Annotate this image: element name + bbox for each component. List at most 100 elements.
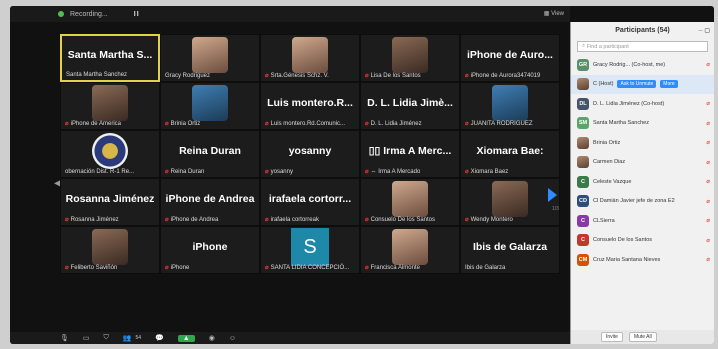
participant-display-name: Reina Duran bbox=[179, 145, 241, 157]
tile-name-label: irafaela cortorreak bbox=[270, 216, 319, 223]
participant-display-name: Rosanna Jiménez bbox=[65, 193, 155, 205]
participant-display-name: irafaela cortorr... bbox=[268, 193, 352, 205]
participant-avatar: DL bbox=[577, 97, 589, 110]
video-tile[interactable]: ⌀ JUANITA RODRIGUEZ bbox=[460, 82, 560, 130]
video-tile[interactable]: ⌀ Lisa De los Santos bbox=[360, 34, 460, 82]
video-tile[interactable]: Santa Martha S... Santa Martha Sanchez bbox=[60, 34, 160, 82]
participant-row[interactable]: Carmen Diaz ⌀ bbox=[571, 153, 714, 173]
panel-footer: Invite Mute All bbox=[571, 330, 714, 344]
invite-button[interactable]: Invite bbox=[601, 332, 623, 342]
tile-name-label: Gracy Rodriguez bbox=[165, 73, 211, 79]
mute-all-button[interactable]: Mute All bbox=[628, 332, 657, 342]
participant-avatar bbox=[577, 78, 589, 91]
tile-caption: obernación Dist. R-1 Re... bbox=[65, 169, 134, 175]
participant-video bbox=[392, 229, 428, 265]
participant-display-name: Ibis de Galarza bbox=[472, 241, 548, 253]
video-tile[interactable]: ⌀ Consuelo De los Santos bbox=[360, 178, 460, 226]
participant-video bbox=[492, 85, 528, 121]
video-tile[interactable]: Reina Duran ⌀ Reina Duran bbox=[160, 130, 260, 178]
participant-row[interactable]: SM Santa Martha Sanchez ⌀ bbox=[571, 114, 714, 134]
video-tile[interactable]: Luis montero.R... ⌀ Luis montero.Rd.Comuni… bbox=[260, 82, 360, 130]
participant-name: Carmen Diaz bbox=[593, 159, 626, 166]
ask-to-unmute-button[interactable]: Ask to Unmute bbox=[617, 80, 657, 89]
participant-row[interactable]: CM Cruz Maria Santana Nieves ⌀ bbox=[571, 250, 714, 270]
muted-mic-icon: ⌀ bbox=[706, 198, 710, 205]
more-button[interactable]: More bbox=[660, 80, 678, 89]
video-tile[interactable]: irafaela cortorr... ⌀ irafaela cortorreak bbox=[260, 178, 360, 226]
video-icon[interactable]: ▭ bbox=[83, 334, 90, 342]
participant-name: Gracy Rodrig... (Co-host, me) bbox=[593, 61, 666, 68]
record-icon[interactable]: ◉ bbox=[209, 334, 215, 342]
mute-icon[interactable]: 🎙 bbox=[60, 334, 69, 342]
participant-avatar: C bbox=[577, 214, 589, 227]
participant-row[interactable]: C Consuelo De los Santos ⌀ bbox=[571, 231, 714, 251]
tile-name-label: JUANITA RODRIGUEZ bbox=[470, 120, 533, 127]
video-tile[interactable]: S ⌀ SANTA LIDIA CONCEPCIÓ... bbox=[260, 226, 360, 274]
video-tile[interactable]: ⌀ iPhone de America bbox=[60, 82, 160, 130]
tile-caption: Gracy Rodriguez bbox=[165, 73, 210, 79]
video-tile[interactable]: Ibis de Galarza Ibis de Galarza bbox=[460, 226, 560, 274]
video-tile[interactable]: iPhone ⌀ iPhone bbox=[160, 226, 260, 274]
video-tile[interactable]: ⌀ Wendy Montero bbox=[460, 178, 560, 226]
video-tile[interactable]: Gracy Rodriguez bbox=[160, 34, 260, 82]
muted-mic-icon: ⌀ bbox=[65, 217, 69, 223]
participant-row[interactable]: C Celeste Vazque ⌀ bbox=[571, 172, 714, 192]
initial-avatar: S bbox=[291, 228, 329, 266]
panel-window-controls-icon[interactable]: ─ ▢ bbox=[698, 27, 710, 34]
participant-row[interactable]: Brinia Ortiz ⌀ bbox=[571, 133, 714, 153]
pause-recording-button[interactable]: II bbox=[134, 11, 140, 18]
video-tile[interactable]: iPhone de Andrea ⌀ iPhone de Andrea bbox=[160, 178, 260, 226]
video-tile[interactable]: Rosanna Jiménez ⌀ Rosanna Jiménez bbox=[60, 178, 160, 226]
participants-icon[interactable]: 👥 bbox=[123, 334, 132, 342]
share-screen-button[interactable]: ▲ bbox=[177, 334, 195, 342]
participant-name: C (Host) bbox=[593, 81, 614, 88]
tile-caption: ⌀ Brinia Ortiz bbox=[165, 120, 200, 128]
participant-search-input[interactable]: ⌕ Find a participant bbox=[577, 41, 708, 52]
zoom-window: Recording... II ▦ View ◀ Santa Martha S.… bbox=[10, 6, 714, 344]
participant-display-name: yosanny bbox=[288, 145, 332, 157]
video-tile[interactable]: ⌀ Brinia Ortiz bbox=[160, 82, 260, 130]
participant-row[interactable]: C (Host) Ask to Unmute More bbox=[571, 74, 714, 94]
tile-name-label: Reina Duran bbox=[170, 168, 205, 175]
participants-count: 54 bbox=[135, 335, 142, 341]
video-tile[interactable]: ⌀ Feliberto Saviñón bbox=[60, 226, 160, 274]
participant-name: Celeste Vazque bbox=[593, 178, 632, 185]
video-gallery: Santa Martha S... Santa Martha Sanchez Gra… bbox=[60, 34, 560, 324]
participant-row[interactable]: DL D. L. Lidia Jiménez (Co-host) ⌀ bbox=[571, 94, 714, 114]
participant-row[interactable]: C CLSierra ⌀ bbox=[571, 211, 714, 231]
tile-caption: ⌀ ⇔ Irma A Mercado bbox=[365, 168, 420, 176]
video-tile[interactable]: Xiomara Bae: ⌀ Xiomara Baez bbox=[460, 130, 560, 178]
participant-video bbox=[392, 181, 428, 217]
tile-name-label: iPhone bbox=[170, 264, 190, 271]
tile-caption: ⌀ iPhone bbox=[165, 264, 190, 272]
video-tile[interactable]: D. L. Lidia Jimè... ⌀ D. L. Lidia Jiménez bbox=[360, 82, 460, 130]
reactions-icon[interactable]: ☺ bbox=[229, 335, 236, 342]
video-tile[interactable]: ▯▯ Irma A Merc... ⌀ ⇔ Irma A Mercado bbox=[360, 130, 460, 178]
video-tile[interactable]: iPhone de Auro... ⌀ iPhone de Aurora347401… bbox=[460, 34, 560, 82]
muted-mic-icon: ⌀ bbox=[465, 169, 469, 175]
participant-video bbox=[492, 181, 528, 217]
participant-name: Santa Martha Sanchez bbox=[593, 120, 649, 127]
participant-row[interactable]: CD Cl Damián Javier jefe de zona E2 ⌀ bbox=[571, 192, 714, 212]
tile-caption: ⌀ Lisa De los Santos bbox=[365, 72, 421, 80]
security-icon[interactable]: ⛉ bbox=[104, 334, 109, 342]
video-tile[interactable]: ⌀ Srta.Génesis Schz. V. bbox=[260, 34, 360, 82]
muted-mic-icon: ⌀ bbox=[265, 121, 269, 127]
tile-name-label: Lisa De los Santos bbox=[370, 72, 421, 79]
participants-title: Participants (54) ─ ▢ bbox=[615, 26, 710, 34]
muted-mic-icon: ⌀ bbox=[365, 121, 369, 127]
tile-name-label: Srta.Génesis Schz. V. bbox=[270, 72, 329, 79]
video-tile[interactable]: ⌀ Francisca Almonte bbox=[360, 226, 460, 274]
tile-caption: ⌀ iPhone de Aurora3474019 bbox=[465, 72, 540, 80]
video-tile[interactable]: obernación Dist. R-1 Re... bbox=[60, 130, 160, 178]
tile-name-label: Ibis de Galarza bbox=[465, 265, 506, 271]
tile-caption: ⌀ yosanny bbox=[265, 168, 293, 176]
tile-caption: ⌀ iPhone de America bbox=[65, 120, 121, 128]
next-page-icon[interactable] bbox=[548, 188, 557, 202]
tile-name-label: Wendy Montero bbox=[470, 216, 513, 223]
participant-display-name: Luis montero.R... bbox=[267, 97, 353, 109]
video-tile[interactable]: yosanny ⌀ yosanny bbox=[260, 130, 360, 178]
view-button[interactable]: ▦ View bbox=[544, 10, 564, 17]
chat-icon[interactable]: 💬 bbox=[155, 334, 164, 342]
participant-row[interactable]: GR Gracy Rodrig... (Co-host, me) ⌀ bbox=[571, 55, 714, 75]
